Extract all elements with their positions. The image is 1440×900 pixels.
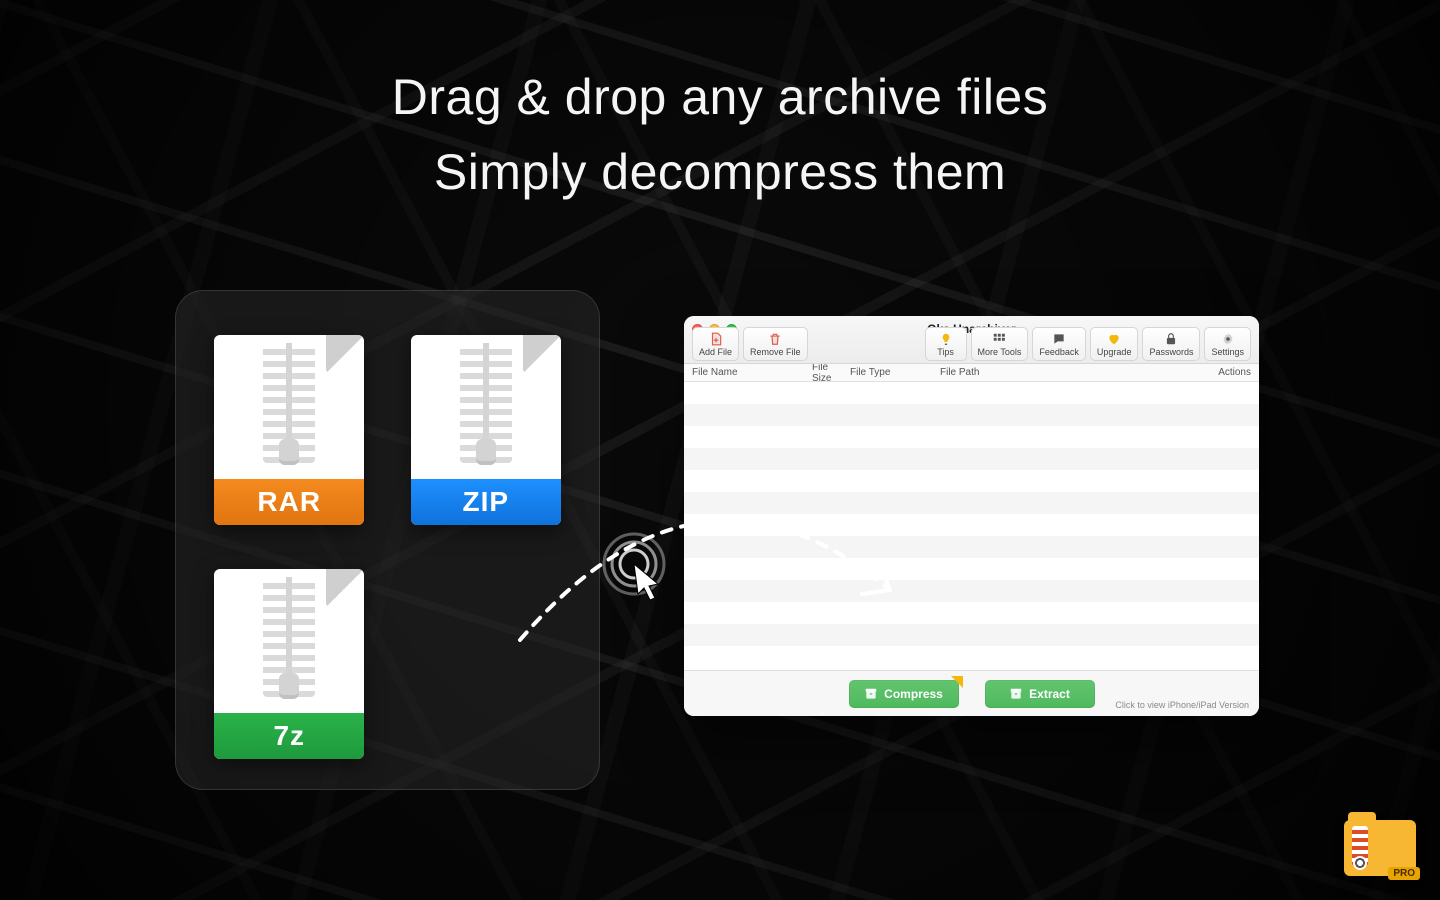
settings-label: Settings	[1211, 347, 1244, 357]
archive-file-rar[interactable]: RAR	[206, 321, 373, 525]
archive-file-7z[interactable]: 7z	[206, 555, 373, 759]
passwords-button[interactable]: Passwords	[1142, 327, 1200, 361]
plus-doc-icon	[709, 332, 723, 346]
table-row	[684, 580, 1259, 602]
extract-label: Extract	[1029, 687, 1070, 701]
pro-tag: PRO	[1388, 867, 1420, 880]
table-row	[684, 448, 1259, 470]
file-list-dropzone[interactable]	[684, 382, 1259, 670]
archive-icon	[864, 687, 878, 701]
col-file-path[interactable]: File Path	[940, 367, 1203, 378]
more-tools-button[interactable]: More Tools	[971, 327, 1029, 361]
table-row	[684, 602, 1259, 624]
compress-label: Compress	[884, 687, 943, 701]
table-row	[684, 382, 1259, 404]
remove-file-label: Remove File	[750, 347, 801, 357]
heart-icon	[1107, 332, 1121, 346]
table-row	[684, 624, 1259, 646]
feedback-button[interactable]: Feedback	[1032, 327, 1086, 361]
chat-bubble-icon	[1052, 332, 1066, 346]
pro-corner-tag-icon	[951, 676, 963, 688]
table-row	[684, 426, 1259, 448]
tips-button[interactable]: Tips	[925, 327, 967, 361]
trash-icon	[768, 332, 782, 346]
archive-label: RAR	[214, 479, 364, 525]
archive-label: 7z	[214, 713, 364, 759]
headline-line-2: Simply decompress them	[0, 135, 1440, 210]
table-row	[684, 470, 1259, 492]
archive-label: ZIP	[411, 479, 561, 525]
archive-file-zip[interactable]: ZIP	[403, 321, 570, 525]
toolbar-left: Add File Remove File	[690, 327, 810, 361]
table-row	[684, 514, 1259, 536]
col-file-type[interactable]: File Type	[850, 367, 940, 378]
headline: Drag & drop any archive files Simply dec…	[0, 60, 1440, 210]
app-window: Oka Unarchiver Add File Remove File T	[684, 316, 1259, 716]
zipper-icon	[263, 577, 315, 697]
table-row	[684, 646, 1259, 668]
more-tools-label: More Tools	[978, 347, 1022, 357]
archive-icon	[1009, 687, 1023, 701]
toolbar-right: Tips More Tools Feedback Upgrade	[923, 327, 1253, 361]
upgrade-button[interactable]: Upgrade	[1090, 327, 1139, 361]
headline-line-1: Drag & drop any archive files	[0, 60, 1440, 135]
add-file-label: Add File	[699, 347, 732, 357]
file-icon: RAR	[214, 335, 364, 525]
lightbulb-icon	[939, 332, 953, 346]
col-file-name[interactable]: File Name	[692, 367, 812, 378]
col-file-size[interactable]: File Size	[812, 362, 850, 384]
zipper-pull-icon	[1353, 856, 1367, 870]
table-row	[684, 404, 1259, 426]
col-actions[interactable]: Actions	[1203, 367, 1251, 378]
archive-cluster: RAR ZIP 7z	[175, 290, 600, 790]
grid-icon	[992, 332, 1006, 346]
add-file-button[interactable]: Add File	[692, 327, 739, 361]
cluster-empty-slot	[403, 555, 570, 759]
footer-bar: Compress Extract Click to view iPhone/iP…	[684, 670, 1259, 716]
pro-badge: PRO	[1344, 820, 1416, 876]
table-row	[684, 536, 1259, 558]
lock-icon	[1164, 332, 1178, 346]
passwords-label: Passwords	[1149, 347, 1193, 357]
footer-hint-link[interactable]: Click to view iPhone/iPad Version	[1115, 700, 1249, 710]
extract-button[interactable]: Extract	[985, 680, 1095, 708]
remove-file-button[interactable]: Remove File	[743, 327, 808, 361]
zipper-icon	[460, 343, 512, 463]
compress-button[interactable]: Compress	[849, 680, 959, 708]
tips-label: Tips	[937, 347, 954, 357]
file-icon: ZIP	[411, 335, 561, 525]
feedback-label: Feedback	[1039, 347, 1079, 357]
gear-icon	[1221, 332, 1235, 346]
upgrade-label: Upgrade	[1097, 347, 1132, 357]
table-row	[684, 492, 1259, 514]
zipper-icon	[263, 343, 315, 463]
settings-button[interactable]: Settings	[1204, 327, 1251, 361]
table-row	[684, 558, 1259, 580]
file-icon: 7z	[214, 569, 364, 759]
titlebar: Oka Unarchiver Add File Remove File T	[684, 316, 1259, 364]
table-header: File Name File Size File Type File Path …	[684, 364, 1259, 382]
